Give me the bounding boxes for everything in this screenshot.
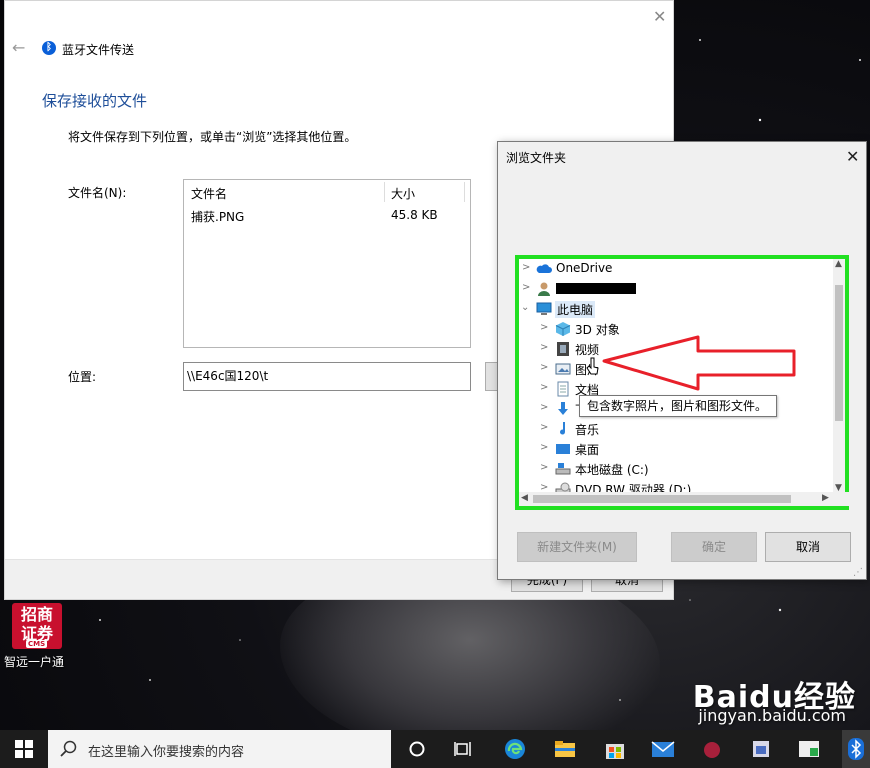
tree-item-music[interactable]: > 音乐 [519, 419, 831, 439]
scrollbar-thumb[interactable] [835, 285, 843, 421]
column-divider [464, 182, 465, 202]
app-icon[interactable] [700, 738, 724, 760]
chevron-right-icon[interactable]: > [540, 402, 550, 413]
resize-grip-icon[interactable]: ⋰ [853, 567, 865, 579]
mail-icon[interactable] [651, 738, 675, 760]
back-arrow-icon[interactable]: ← [12, 38, 25, 57]
cms-icon-text: 招商证券 [20, 605, 53, 643]
edge-browser-icon[interactable] [504, 738, 526, 760]
red-arrow-annotation [602, 335, 796, 391]
chevron-right-icon[interactable]: > [540, 342, 550, 353]
disk-icon [555, 463, 571, 475]
table-row[interactable]: 捕获.PNG 45.8 KB [184, 205, 470, 225]
page-heading: 保存接收的文件 [42, 92, 148, 110]
tree-item-label: OneDrive [556, 261, 613, 275]
taskbar: 在这里输入你要搜索的内容 [0, 730, 870, 768]
location-input[interactable]: \\E46c国120\t [183, 362, 471, 391]
app-icon[interactable] [750, 738, 772, 760]
column-header-name[interactable]: 文件名 [191, 185, 227, 202]
scroll-right-arrow-icon[interactable]: ▶ [822, 493, 829, 503]
chevron-right-icon[interactable]: > [540, 422, 550, 433]
column-header-size[interactable]: 大小 [391, 185, 415, 202]
picture-icon [555, 363, 571, 375]
tree-item-label: 音乐 [575, 423, 600, 437]
chevron-right-icon[interactable]: > [522, 282, 532, 293]
chevron-right-icon[interactable]: > [522, 262, 532, 273]
cms-icon-badge: CMS [26, 640, 48, 648]
bluetooth-taskbar-button[interactable] [842, 730, 870, 768]
close-icon[interactable]: ✕ [653, 7, 666, 26]
cloud-icon [536, 264, 552, 273]
windows-start-icon[interactable] [15, 740, 33, 758]
window-title: 蓝牙文件传送 [62, 43, 135, 57]
download-icon [558, 402, 568, 415]
user-icon [538, 282, 550, 296]
tree-item-label: 此电脑 [555, 301, 596, 318]
tree-item-desktop[interactable]: > 桌面 [519, 439, 831, 459]
tree-item-onedrive[interactable]: > OneDrive [519, 259, 831, 279]
document-icon [557, 381, 569, 397]
baidu-watermark-url: jingyan.baidu.com [698, 706, 846, 725]
chevron-down-icon[interactable]: ⌄ [521, 302, 531, 313]
computer-icon [536, 302, 552, 315]
chevron-right-icon[interactable]: > [540, 442, 550, 453]
desktop-icon-label[interactable]: 智远一户通 [4, 653, 64, 670]
vertical-scrollbar[interactable]: ▲ ▼ [833, 259, 845, 496]
tree-item-this-pc[interactable]: ⌄ 此电脑 [519, 299, 831, 319]
chevron-right-icon[interactable]: > [540, 462, 550, 473]
chevron-right-icon[interactable]: > [540, 382, 550, 393]
cms-app-icon[interactable]: 招商证券 CMS [12, 603, 62, 649]
file-list[interactable]: 文件名 大小 捕获.PNG 45.8 KB [183, 179, 471, 348]
horizontal-scrollbar[interactable]: ◀ ▶ [519, 492, 853, 506]
scroll-up-arrow-icon[interactable]: ▲ [835, 259, 842, 269]
scrollbar-thumb[interactable] [533, 495, 791, 503]
taskbar-search-box[interactable]: 在这里输入你要搜索的内容 [48, 730, 391, 768]
new-folder-button[interactable]: 新建文件夹(M) [517, 532, 637, 562]
search-icon [60, 740, 77, 757]
tree-item-label: 桌面 [575, 443, 600, 457]
file-size-cell: 45.8 KB [391, 208, 438, 222]
mouse-cursor-icon [586, 357, 599, 375]
filename-label: 文件名(N): [68, 186, 127, 200]
dialog-title: 浏览文件夹 [506, 151, 567, 165]
instruction-text: 将文件保存到下列位置，或单击“浏览”选择其他位置。 [68, 130, 357, 144]
cortana-icon[interactable] [407, 739, 427, 759]
dialog-close-icon[interactable]: ✕ [846, 147, 859, 166]
chevron-right-icon[interactable]: > [540, 322, 550, 333]
column-divider [384, 182, 385, 202]
file-explorer-icon[interactable] [554, 738, 576, 760]
tooltip: 包含数字照片，图片和图形文件。 [579, 395, 777, 417]
location-label: 位置: [68, 370, 97, 384]
chevron-right-icon[interactable]: > [540, 362, 550, 373]
store-icon[interactable] [604, 738, 626, 760]
tree-item-label: 视频 [575, 343, 600, 357]
file-name-cell: 捕获.PNG [191, 210, 245, 224]
search-placeholder: 在这里输入你要搜索的内容 [88, 745, 245, 760]
tree-item-local-disk-c[interactable]: > 本地磁盘 (C:) [519, 459, 831, 479]
film-icon [557, 342, 569, 356]
desktop-icon [556, 444, 570, 454]
bluetooth-icon: ᛒ [42, 41, 56, 55]
tree-item-label: 本地磁盘 (C:) [575, 463, 649, 477]
ok-button[interactable]: 确定 [671, 532, 757, 562]
task-view-icon[interactable] [454, 739, 474, 759]
bluetooth-icon [848, 738, 864, 760]
cube-icon [555, 322, 571, 336]
redacted-username [556, 283, 636, 294]
scroll-left-arrow-icon[interactable]: ◀ [521, 493, 528, 503]
tree-item-user[interactable]: > [519, 279, 831, 299]
music-icon [560, 422, 566, 435]
dialog-cancel-button[interactable]: 取消 [765, 532, 851, 562]
app-icon[interactable] [797, 738, 821, 760]
